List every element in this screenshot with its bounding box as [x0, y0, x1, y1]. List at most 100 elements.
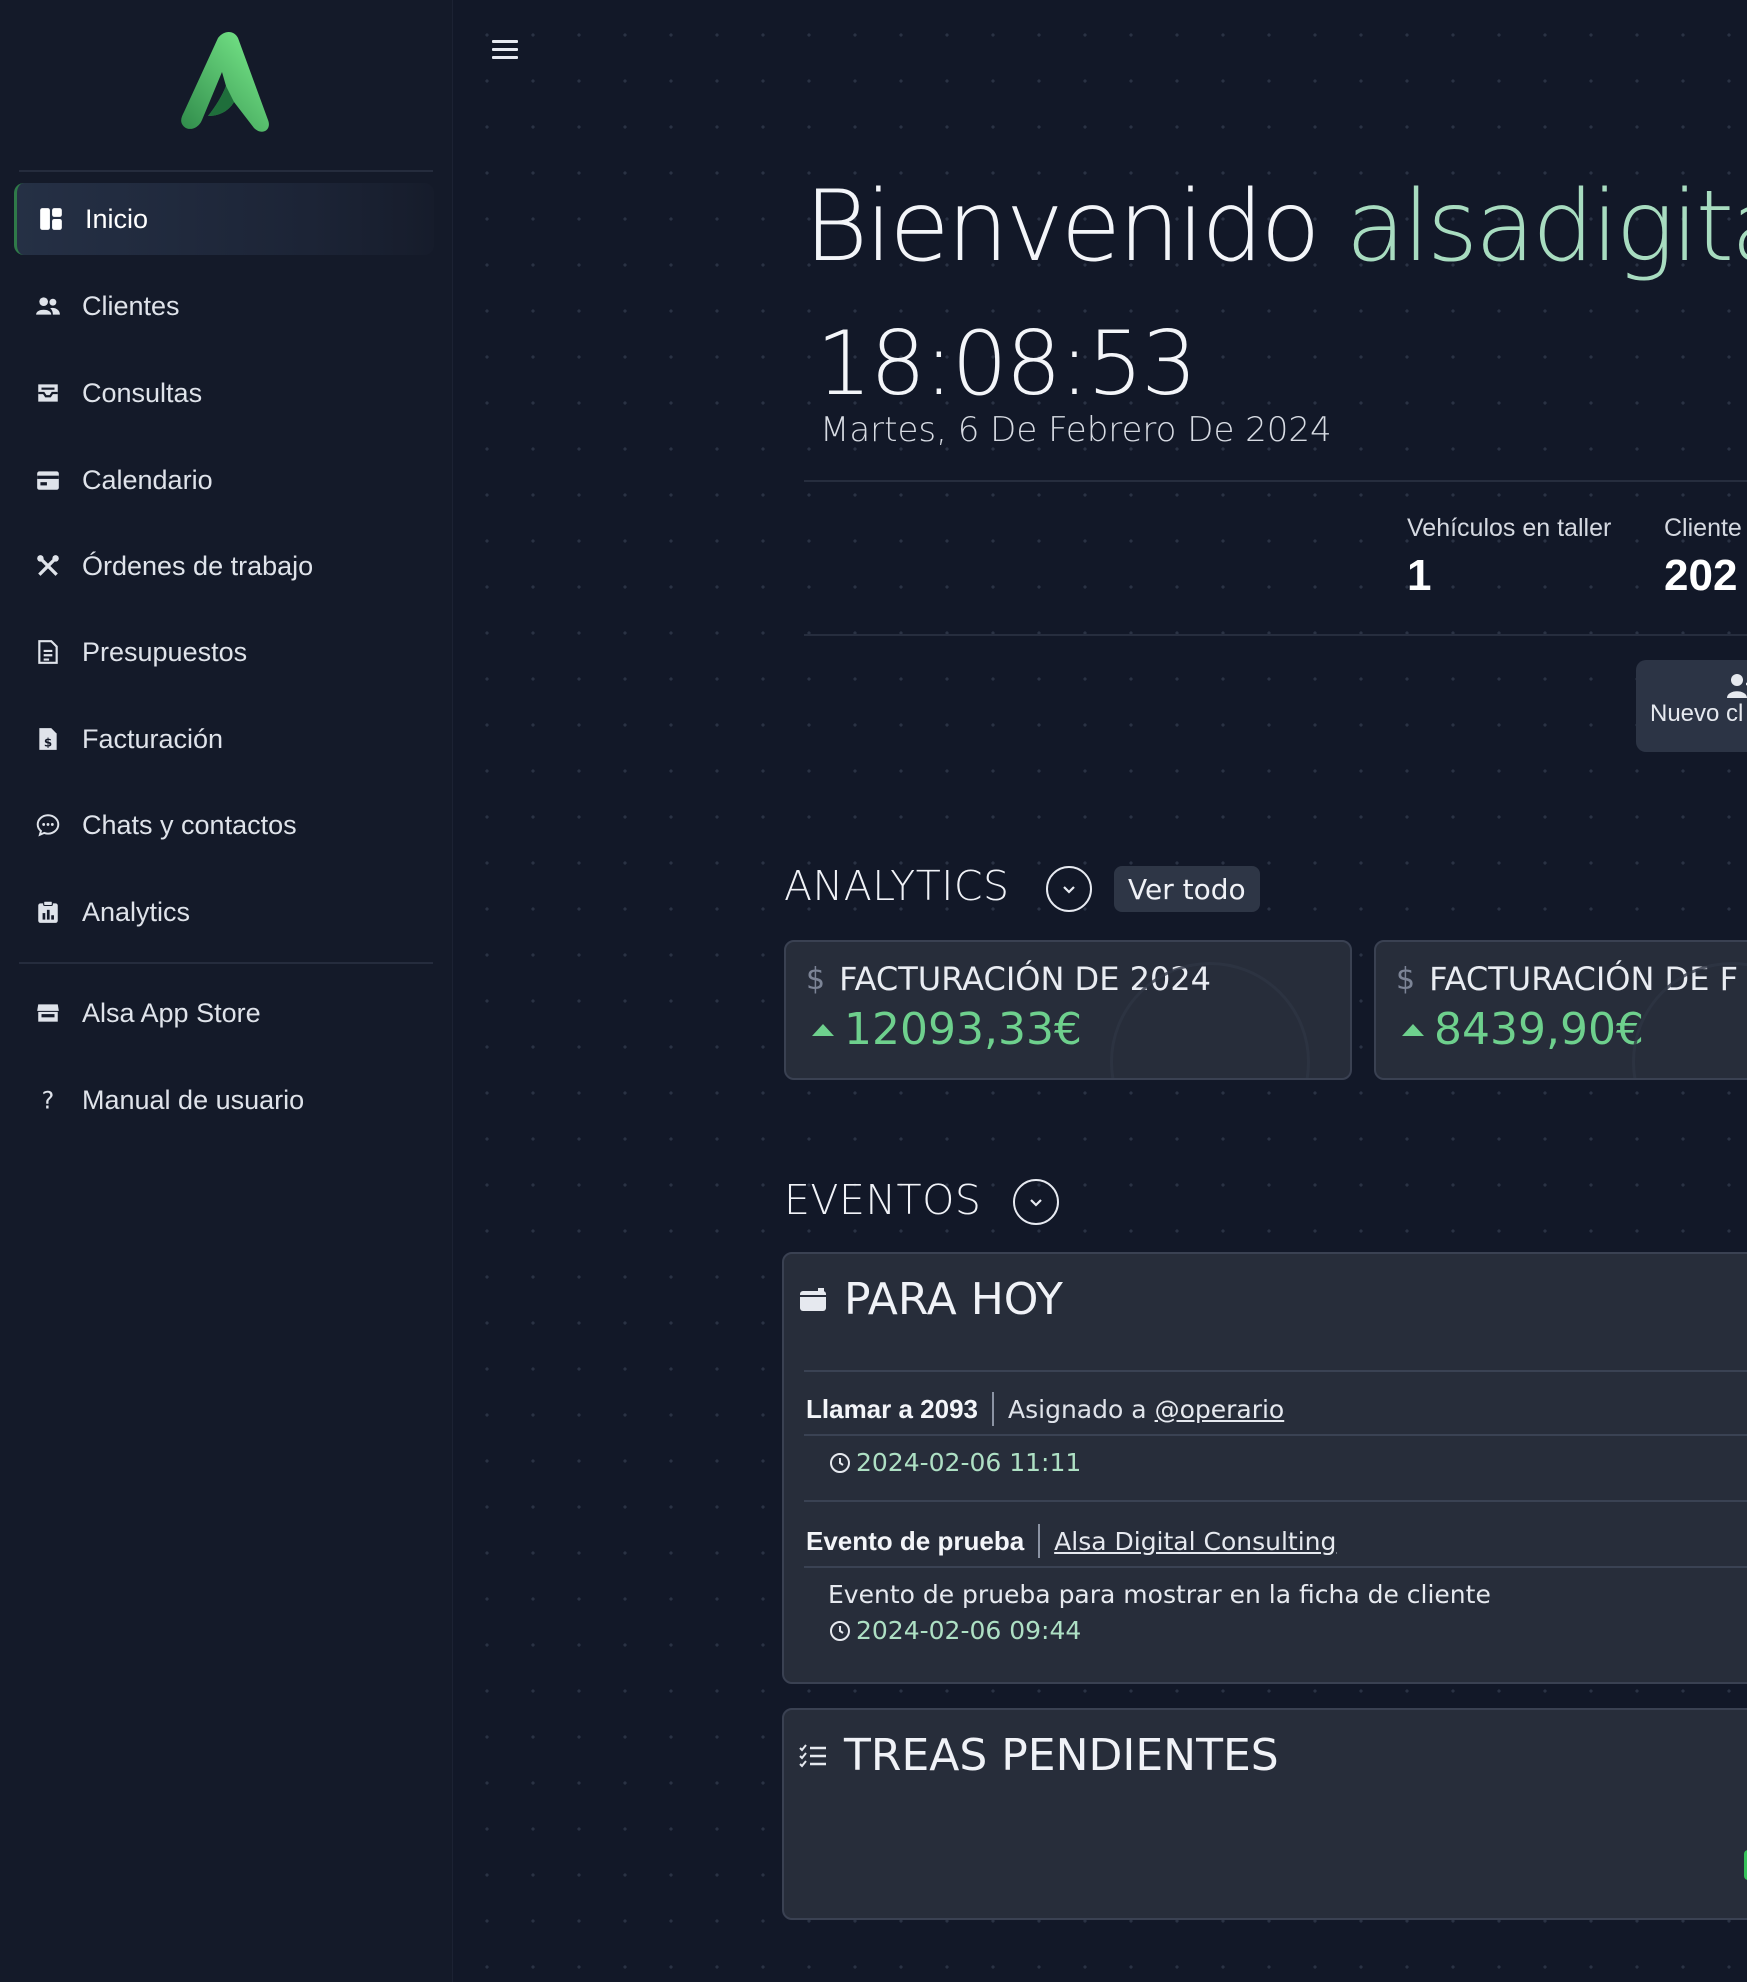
- sidebar-item-chats-y-contactos[interactable]: Chats y contactos: [14, 789, 434, 861]
- sidebar-item-presupuestos[interactable]: Presupuestos: [14, 616, 434, 688]
- stat-value: 1: [1407, 551, 1432, 600]
- app-logo[interactable]: [178, 32, 272, 136]
- current-date: Martes, 6 De Febrero De 2024: [820, 410, 1332, 450]
- sidebar-item-ordenes-de-trabajo[interactable]: Órdenes de trabajo: [14, 530, 434, 602]
- stat-clientes: Cliente 202: [1664, 514, 1742, 601]
- welcome-heading: Bienvenido alsadigital: [804, 170, 1747, 284]
- tools-icon: [34, 552, 62, 580]
- menu-toggle-icon[interactable]: [492, 40, 518, 62]
- sidebar-item-label: Presupuestos: [82, 636, 248, 667]
- add-user-icon: [1727, 674, 1747, 698]
- event-title: Evento de prueba: [806, 1525, 1025, 1556]
- kpi-card-facturacion-2024[interactable]: $ FACTURACIÓN DE 2024 12093,33€: [784, 940, 1352, 1080]
- trend-up-icon: [812, 1023, 834, 1036]
- sidebar-item-label: Calendario: [82, 464, 213, 495]
- sidebar-item-calendario[interactable]: Calendario: [14, 444, 434, 516]
- sidebar-item-label: Facturación: [82, 723, 224, 754]
- event-assigned-link[interactable]: @operario: [1155, 1395, 1285, 1424]
- sidebar-item-analytics[interactable]: Analytics: [14, 876, 434, 948]
- stat-vehiculos: Vehículos en taller 1: [1407, 514, 1611, 601]
- invoice-icon: $: [34, 725, 62, 753]
- event-description: Evento de prueba para mostrar en la fich…: [828, 1580, 1491, 1609]
- events-card-title-text: PARA HOY: [844, 1274, 1063, 1325]
- event-datetime: 2024-02-06 09:44: [828, 1616, 1081, 1645]
- sidebar-item-clientes[interactable]: Clientes: [14, 270, 434, 342]
- separator: [804, 1434, 1747, 1436]
- clipboard-chart-icon: [34, 898, 62, 926]
- main-content: Bienvenido alsadigital 18:08:53 Martes, …: [454, 0, 1747, 1982]
- events-collapse-button[interactable]: [1013, 1179, 1059, 1225]
- sidebar-item-label: Inicio: [85, 203, 149, 234]
- kpi-card-facturacion-previous[interactable]: $ FACTURACIÓN DE F 8439,90€: [1374, 940, 1747, 1080]
- sidebar-item-label: Chats y contactos: [82, 809, 297, 840]
- sidebar-item-label: Manual de usuario: [82, 1084, 305, 1115]
- event-datetime-text: 2024-02-06 09:44: [856, 1616, 1082, 1645]
- event-client-link[interactable]: Alsa Digital Consulting: [1054, 1527, 1336, 1556]
- pending-tasks-card: TREAS PENDIENTES: [782, 1708, 1747, 1920]
- separator: [992, 1392, 995, 1426]
- sidebar: Inicio Clientes Consultas Calendario Órd…: [0, 0, 453, 1982]
- clock-icon: [830, 1620, 850, 1641]
- event-datetime-text: 2024-02-06 11:11: [856, 1448, 1082, 1477]
- chat-icon: [34, 811, 62, 839]
- tasks-card-title: TREAS PENDIENTES: [798, 1730, 1279, 1781]
- separator: [804, 1370, 1747, 1372]
- dollar-icon: $: [1396, 961, 1416, 997]
- event-title: Llamar a 2093: [806, 1393, 979, 1424]
- clock: 18:08:53: [816, 312, 1197, 415]
- question-icon: ?: [34, 1086, 62, 1114]
- dashboard-icon: [37, 205, 65, 233]
- sidebar-divider: [19, 170, 433, 172]
- username: alsadigital: [1345, 170, 1747, 284]
- clock-icon: [830, 1452, 850, 1473]
- sidebar-item-label: Alsa App Store: [82, 997, 261, 1028]
- events-card-title: PARA HOY: [798, 1274, 1063, 1325]
- sidebar-item-label: Consultas: [82, 377, 203, 408]
- sidebar-item-label: Órdenes de trabajo: [82, 550, 314, 581]
- new-client-button[interactable]: Nuevo cl: [1636, 660, 1747, 752]
- tasks-card-title-text: TREAS PENDIENTES: [844, 1730, 1279, 1781]
- svg-text:?: ?: [42, 1087, 55, 1113]
- sidebar-item-inicio[interactable]: Inicio: [14, 183, 434, 255]
- analytics-collapse-button[interactable]: [1046, 866, 1092, 912]
- event-datetime: 2024-02-06 11:11: [828, 1448, 1081, 1477]
- separator: [1038, 1524, 1041, 1558]
- sidebar-item-label: Analytics: [82, 896, 191, 927]
- users-icon: [34, 292, 62, 320]
- analytics-title: ANALYTICS: [784, 862, 1010, 910]
- dollar-icon: $: [806, 961, 826, 997]
- sidebar-item-label: Clientes: [82, 290, 180, 321]
- header-divider: [804, 480, 1747, 482]
- stat-label: Vehículos en taller: [1407, 514, 1612, 542]
- sidebar-item-facturacion[interactable]: $ Facturación: [14, 703, 434, 775]
- svg-text:$: $: [44, 736, 52, 750]
- checklist-icon: [799, 1743, 826, 1767]
- event-row[interactable]: Evento de prueba Alsa Digital Consulting: [806, 1524, 1336, 1558]
- stats-divider: [804, 634, 1747, 636]
- events-title: EVENTOS: [784, 1176, 982, 1224]
- view-all-button[interactable]: Ver todo: [1114, 866, 1260, 912]
- chevron-down-icon: [1030, 1199, 1042, 1207]
- sidebar-item-consultas[interactable]: Consultas: [14, 357, 434, 429]
- event-assigned-prefix: Asignado a: [1008, 1394, 1147, 1424]
- chevron-down-icon: [1063, 886, 1075, 894]
- calendar-icon: [34, 466, 62, 494]
- sidebar-divider: [19, 962, 433, 964]
- event-row[interactable]: Llamar a 2093 Asignado a @operario: [806, 1392, 1284, 1426]
- sidebar-item-manual-de-usuario[interactable]: ? Manual de usuario: [14, 1064, 434, 1136]
- stat-label: Cliente: [1664, 514, 1742, 542]
- separator: [804, 1566, 1747, 1568]
- trend-up-icon: [1402, 1023, 1424, 1036]
- document-icon: [34, 638, 62, 666]
- kpi-value: 8439,90€: [1434, 1004, 1644, 1055]
- stat-value: 202: [1664, 551, 1738, 600]
- welcome-text: Bienvenido: [804, 170, 1321, 284]
- new-client-label: Nuevo cl: [1650, 700, 1744, 727]
- wallet-icon: [800, 1287, 826, 1311]
- store-icon: [34, 999, 62, 1027]
- sidebar-item-alsa-app-store[interactable]: Alsa App Store: [14, 977, 434, 1049]
- inbox-icon: [34, 379, 62, 407]
- kpi-value: 12093,33€: [844, 1004, 1082, 1055]
- separator: [804, 1500, 1747, 1502]
- events-today-card: PARA HOY Llamar a 2093 Asignado a @opera…: [782, 1252, 1747, 1684]
